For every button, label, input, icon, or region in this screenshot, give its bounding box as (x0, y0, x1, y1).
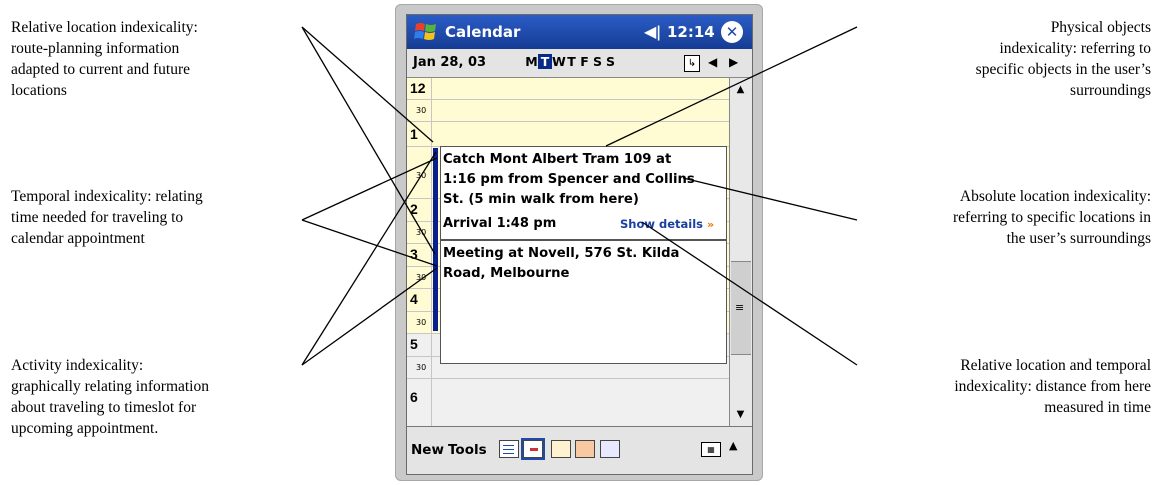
title-bar: Calendar ◀ǀ 12:14 ✕ (407, 15, 752, 49)
annotation-line: Relative location indexicality: (11, 19, 198, 36)
annotation-relative-temporal: Relative location and temporal indexical… (954, 355, 1151, 418)
app-title: Calendar (445, 23, 521, 41)
annotation-line: surroundings (1070, 82, 1151, 99)
annotation-line: Relative location and temporal (960, 357, 1151, 374)
appointment-meeting[interactable]: Meeting at Novell, 576 St. Kilda Road, M… (440, 240, 727, 364)
tools-menu[interactable]: Tools (448, 442, 487, 458)
hour-row-1[interactable]: 1 (407, 122, 729, 147)
weekday-wed[interactable]: W (552, 54, 566, 69)
annotation-line: Absolute location indexicality: (959, 188, 1151, 205)
grip-icon: ≡ (735, 301, 745, 314)
annotation-temporal: Temporal indexicality: relating time nee… (11, 186, 203, 249)
appointment-travel[interactable]: Catch Mont Albert Tram 109 at 1:16 pm fr… (440, 146, 727, 240)
weekday-sat[interactable]: S (591, 54, 604, 69)
annotation-line: graphically relating information (11, 378, 209, 395)
annotation-line: upcoming appointment. (11, 420, 159, 437)
annotation-line: Activity indexicality: (11, 357, 144, 374)
weekday-sun[interactable]: S (604, 54, 617, 69)
arrival-time: Arrival 1:48 pm (443, 216, 557, 231)
half-hour-label: 30 (416, 171, 427, 180)
annotation-line: Physical objects (1050, 19, 1151, 36)
hour-label: 5 (410, 336, 418, 352)
annotation-line: time needed for traveling to (11, 209, 184, 226)
date-bar: Jan 28, 03 M T W T F S S ↳ ◀ ▶ (407, 49, 752, 78)
half-hour-row[interactable]: 30 (407, 100, 729, 122)
grid-gutter (431, 78, 432, 426)
hour-label: 1 (410, 126, 418, 142)
annotation-line: adapted to current and future (11, 61, 191, 78)
hour-label: 4 (410, 291, 418, 307)
scroll-down-icon[interactable]: ▼ (732, 406, 749, 423)
appointment-line: St. (5 min walk from here) (443, 192, 639, 207)
current-date[interactable]: Jan 28, 03 (413, 55, 486, 70)
annotation-line: measured in time (1044, 399, 1151, 416)
scroll-up-icon[interactable]: ▲ (732, 81, 749, 98)
annotation-line: calendar appointment (11, 230, 145, 247)
weekday-tue-selected[interactable]: T (538, 54, 552, 69)
annotation-line: Temporal indexicality: relating (11, 188, 203, 205)
hour-row-12[interactable]: 12 (407, 78, 729, 100)
half-hour-label: 30 (416, 318, 427, 327)
appointment-line: Road, Melbourne (443, 266, 570, 281)
previous-week-icon[interactable]: ◀ (708, 55, 717, 69)
annotation-line: specific objects in the user’s (975, 61, 1151, 78)
command-bar: New Tools ▦ ▲ (407, 426, 752, 474)
next-week-icon[interactable]: ▶ (729, 55, 738, 69)
vertical-scrollbar[interactable]: ▲ ≡ ▼ (729, 78, 752, 426)
hour-label: 6 (410, 389, 418, 405)
annotation-line: the user’s surroundings (1006, 230, 1151, 247)
annotation-line: route-planning information (11, 40, 180, 57)
travel-time-bar (433, 148, 438, 331)
week-view-icon[interactable] (551, 440, 571, 458)
half-hour-label: 30 (416, 273, 427, 282)
agenda-view-icon[interactable] (499, 440, 519, 458)
annotation-line: locations (11, 82, 67, 99)
weekday-mon[interactable]: M (525, 54, 538, 69)
speaker-icon[interactable]: ◀ǀ (644, 22, 661, 41)
chevron-right-icon: » (707, 218, 715, 231)
annotation-absolute-location: Absolute location indexicality: referrin… (953, 186, 1151, 249)
appointment-line: Catch Mont Albert Tram 109 at (443, 152, 672, 167)
new-menu[interactable]: New (411, 442, 444, 458)
hour-label: 3 (410, 246, 418, 262)
show-details-label: Show details (620, 217, 704, 231)
month-view-icon[interactable] (575, 440, 595, 458)
year-view-icon[interactable] (600, 440, 620, 458)
hour-row-6[interactable]: 6 (407, 379, 729, 427)
hour-label: 2 (410, 201, 418, 217)
appointment-travel-text: Catch Mont Albert Tram 109 at 1:16 pm fr… (443, 150, 723, 210)
close-button[interactable]: ✕ (721, 21, 743, 43)
annotation-line: indexicality: distance from here (954, 378, 1151, 395)
appointment-line: Meeting at Novell, 576 St. Kilda (443, 246, 680, 261)
windows-start-icon[interactable] (413, 20, 439, 44)
appointment-line: 1:16 pm from Spencer and Collins (443, 172, 695, 187)
day-view-icon[interactable] (523, 440, 543, 458)
clock[interactable]: 12:14 (667, 23, 715, 41)
annotation-line: referring to specific locations in (953, 209, 1151, 226)
go-to-today-icon[interactable]: ↳ (684, 55, 700, 72)
annotation-line: about traveling to timeslot for (11, 399, 197, 416)
weekday-thu[interactable]: T (565, 54, 578, 69)
annotation-relative-location: Relative location indexicality: route-pl… (11, 17, 198, 101)
keyboard-icon[interactable]: ▦ (701, 442, 721, 457)
show-details-link[interactable]: Show details » (620, 217, 714, 231)
annotation-physical-objects: Physical objects indexicality: referring… (976, 17, 1151, 101)
hour-label: 12 (410, 80, 426, 96)
weekday-selector: M T W T F S S (525, 54, 617, 69)
half-hour-label: 30 (416, 106, 427, 115)
annotation-activity: Activity indexicality: graphically relat… (11, 355, 209, 439)
appointment-meeting-text: Meeting at Novell, 576 St. Kilda Road, M… (443, 244, 723, 284)
annotation-line: indexicality: referring to (999, 40, 1152, 57)
pda-screen: Calendar ◀ǀ 12:14 ✕ Jan 28, 03 M T W T F… (406, 14, 753, 475)
scroll-thumb[interactable]: ≡ (731, 261, 751, 355)
weekday-fri[interactable]: F (578, 54, 591, 69)
input-panel-toggle-icon[interactable]: ▲ (729, 439, 737, 452)
half-hour-label: 30 (416, 363, 427, 372)
half-hour-label: 30 (416, 228, 427, 237)
